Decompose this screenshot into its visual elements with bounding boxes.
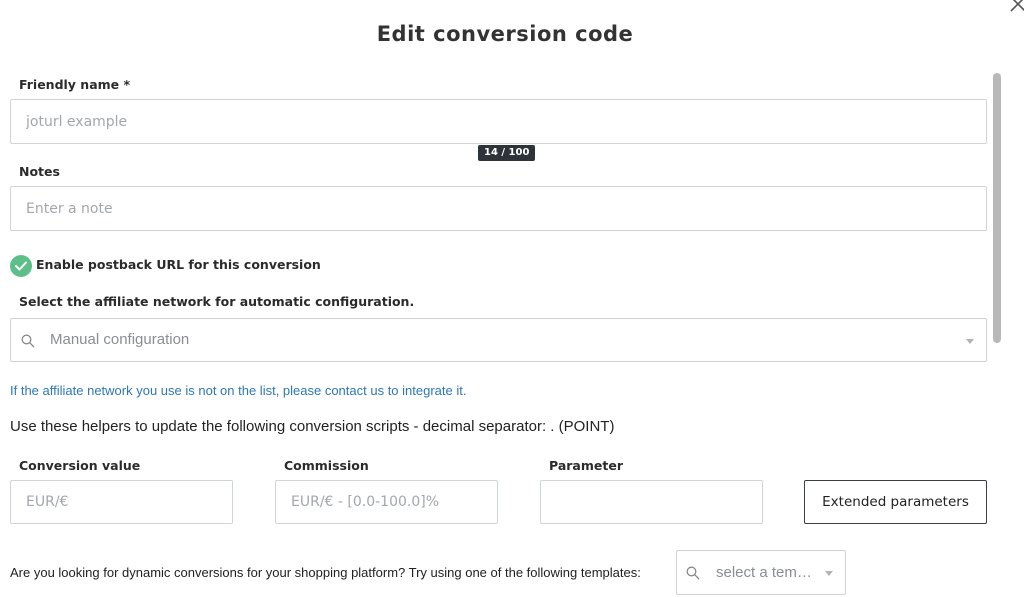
conversion-value-input[interactable] [10, 480, 233, 524]
postback-label[interactable]: Enable postback URL for this conversion [36, 257, 321, 272]
dialog-title: Edit conversion code [376, 22, 634, 46]
network-selected-value: Manual configuration [50, 331, 190, 348]
extended-parameters-button[interactable]: Extended parameters [804, 480, 987, 524]
commission-input[interactable] [275, 480, 498, 524]
network-select[interactable]: Manual configuration [10, 318, 987, 362]
template-select[interactable]: select a tem… [676, 550, 846, 595]
character-counter: 14 / 100 [478, 145, 536, 161]
template-placeholder: select a tem… [716, 564, 812, 581]
postback-checkbox[interactable] [10, 255, 32, 277]
search-icon [686, 566, 700, 580]
helpers-description: Use these helpers to update the followin… [10, 418, 615, 435]
network-label: Select the affiliate network for automat… [19, 294, 415, 309]
scrollbar-thumb[interactable] [993, 73, 1001, 343]
chevron-down-icon [966, 339, 974, 344]
close-icon[interactable] [1008, 0, 1024, 14]
parameter-input[interactable] [540, 480, 763, 524]
chevron-down-icon [825, 571, 833, 576]
checkmark-icon [15, 261, 27, 271]
search-icon [21, 334, 35, 348]
notes-input[interactable] [10, 186, 987, 231]
parameter-label: Parameter [549, 458, 623, 473]
templates-question: Are you looking for dynamic conversions … [10, 565, 641, 580]
notes-label: Notes [19, 164, 60, 179]
friendly-name-label: Friendly name * [19, 77, 131, 92]
conversion-value-label: Conversion value [19, 458, 141, 473]
commission-label: Commission [284, 458, 369, 473]
friendly-name-input[interactable] [10, 99, 987, 144]
contact-us-link[interactable]: If the affiliate network you use is not … [10, 383, 466, 398]
